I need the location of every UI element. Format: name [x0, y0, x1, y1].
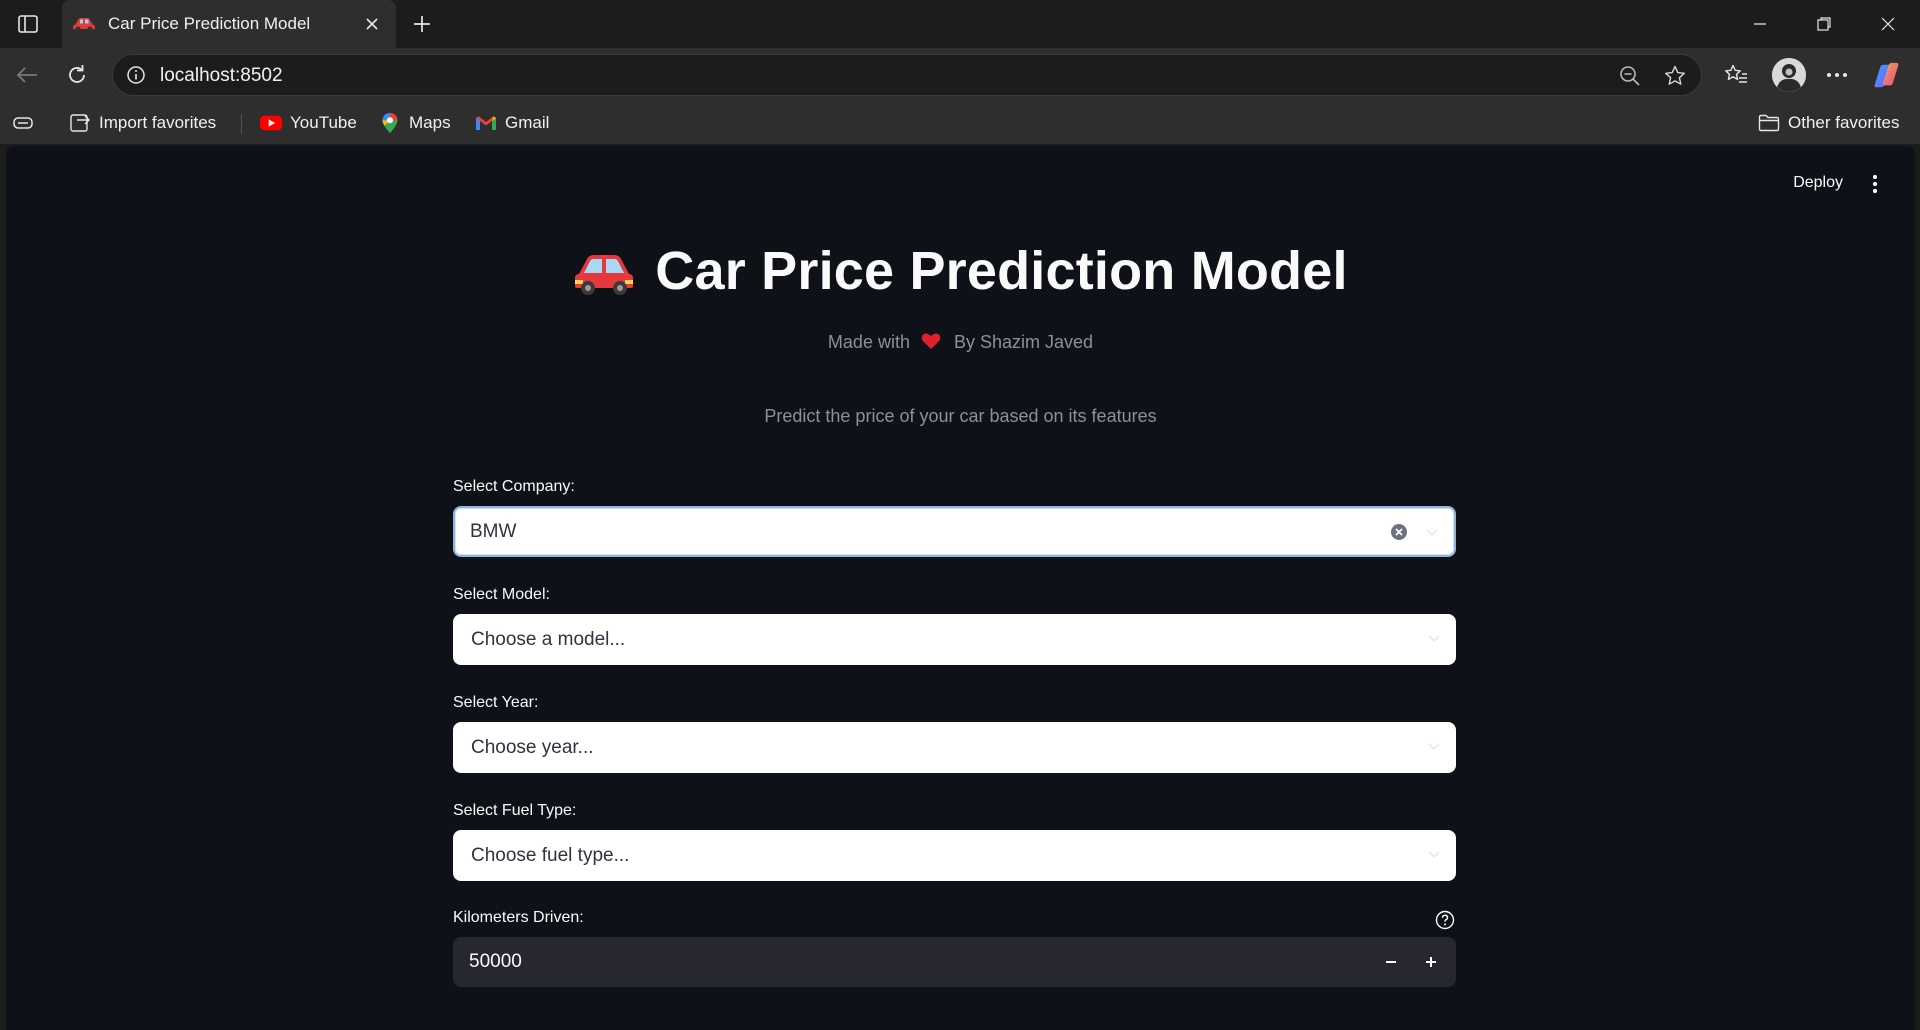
km-number-input[interactable]: 50000	[453, 937, 1456, 987]
bookmark-youtube[interactable]: YouTube	[260, 110, 357, 136]
bookmark-label: Other favorites	[1788, 113, 1900, 132]
minimize-icon[interactable]	[1728, 0, 1792, 48]
help-icon[interactable]	[1434, 909, 1456, 931]
heart-icon	[921, 332, 941, 350]
bookmark-maps[interactable]: Maps	[379, 110, 451, 136]
tab-close-icon[interactable]	[360, 12, 384, 36]
company-select[interactable]: BMW	[453, 506, 1456, 557]
star-favorite-icon[interactable]	[1662, 63, 1688, 89]
year-label: Select Year:	[453, 694, 539, 711]
clear-selection-icon[interactable]	[1390, 523, 1408, 541]
model-field: Select Model: Choose a model...	[453, 586, 1456, 665]
year-placeholder: Choose year...	[471, 737, 594, 758]
fuel-select[interactable]: Choose fuel type...	[453, 830, 1456, 881]
chevron-down-icon[interactable]	[1426, 630, 1442, 646]
new-tab-icon[interactable]	[408, 10, 436, 38]
app-page: Deploy Car Price Prediction Model Made w…	[6, 146, 1915, 1030]
folder-icon	[1758, 112, 1780, 134]
km-field: Kilometers Driven: 50000	[453, 909, 1456, 987]
bookmark-other-favorites[interactable]: Other favorites	[1758, 110, 1900, 136]
title-row: Car Price Prediction Model	[6, 240, 1915, 302]
copilot-icon[interactable]	[1872, 60, 1902, 90]
import-favorites-icon	[69, 112, 91, 134]
company-field: Select Company: BMW	[453, 478, 1456, 557]
company-label: Select Company:	[453, 478, 575, 495]
bookmark-gmail[interactable]: Gmail	[475, 110, 549, 136]
chevron-down-icon[interactable]	[1426, 738, 1442, 754]
bookmark-label: Import favorites	[99, 113, 217, 132]
browser-titlebar: Car Price Prediction Model	[0, 0, 1920, 48]
page-title: Car Price Prediction Model	[655, 241, 1348, 301]
fuel-label: Select Fuel Type:	[453, 802, 577, 819]
fuel-field: Select Fuel Type: Choose fuel type...	[453, 802, 1456, 881]
bookmark-label: Maps	[409, 113, 451, 132]
km-label: Kilometers Driven:	[453, 909, 584, 926]
main-menu-icon[interactable]	[1865, 172, 1885, 196]
browser-tab-active[interactable]: Car Price Prediction Model	[62, 0, 396, 48]
bookmarks-bar: Import favorites YouTube Maps Gmail Othe…	[0, 102, 1920, 144]
zoom-out-icon[interactable]	[1617, 63, 1643, 89]
model-placeholder: Choose a model...	[471, 629, 626, 650]
address-bar[interactable]: localhost:8502	[112, 54, 1702, 96]
company-selected-value: BMW	[470, 521, 517, 542]
close-window-icon[interactable]	[1856, 0, 1920, 48]
gmail-icon	[475, 112, 497, 134]
deploy-button[interactable]: Deploy	[1793, 174, 1843, 192]
car-icon	[573, 246, 635, 296]
collections-icon[interactable]	[12, 110, 34, 136]
favorites-list-icon[interactable]	[1721, 60, 1751, 90]
tab-title: Car Price Prediction Model	[108, 14, 311, 33]
km-value[interactable]: 50000	[469, 951, 522, 973]
bookmarks-divider	[241, 114, 242, 134]
chevron-down-icon[interactable]	[1424, 524, 1440, 540]
byline-author: By Shazim Javed	[954, 332, 1094, 352]
site-info-icon[interactable]	[125, 64, 147, 86]
fuel-placeholder: Choose fuel type...	[471, 845, 630, 866]
byline: Made with By Shazim Javed	[6, 332, 1915, 353]
url-text[interactable]: localhost:8502	[160, 65, 283, 87]
increment-button[interactable]	[1416, 947, 1446, 977]
chevron-down-icon[interactable]	[1426, 846, 1442, 862]
bookmark-label: YouTube	[290, 113, 357, 132]
model-label: Select Model:	[453, 586, 550, 603]
decrement-button[interactable]	[1376, 947, 1406, 977]
tab-actions-icon[interactable]	[14, 11, 42, 37]
year-field: Select Year: Choose year...	[453, 694, 1456, 773]
profile-avatar[interactable]	[1772, 58, 1806, 92]
bookmark-label: Gmail	[505, 113, 550, 132]
maps-icon	[379, 112, 401, 134]
browser-toolbar: localhost:8502	[0, 48, 1920, 102]
car-favicon-icon	[72, 15, 96, 33]
tagline: Predict the price of your car based on i…	[764, 406, 1157, 426]
byline-prefix: Made with	[827, 332, 910, 352]
model-select[interactable]: Choose a model...	[453, 614, 1456, 665]
year-select[interactable]: Choose year...	[453, 722, 1456, 773]
more-options-icon[interactable]	[1822, 60, 1852, 90]
back-arrow-icon[interactable]	[12, 60, 42, 90]
youtube-icon	[260, 112, 282, 134]
restore-icon[interactable]	[1792, 0, 1856, 48]
bookmark-import-favorites[interactable]: Import favorites	[69, 110, 216, 136]
reload-icon[interactable]	[62, 60, 92, 90]
